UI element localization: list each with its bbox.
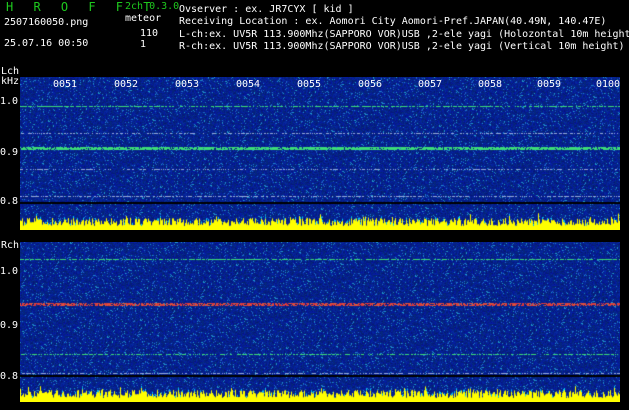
rch-tick-0.9: 0.9 [0, 320, 19, 331]
khz-unit-label: kHz [1, 76, 20, 87]
mode-label: meteor [125, 13, 162, 24]
time-label: 0100 [596, 79, 621, 90]
rch-label: Rch [1, 240, 20, 251]
rch-right-edge [620, 242, 629, 402]
lch-count: 110 [140, 28, 159, 39]
rch-count: 1 [140, 39, 147, 50]
observer-line: Ovserver : ex. JR7CYX [ kid ] [179, 4, 354, 15]
rch-spectrogram [20, 242, 623, 402]
time-label: 0053 [175, 79, 200, 90]
lch-tick-1.0: 1.0 [0, 96, 19, 107]
lch-tick-0.9: 0.9 [0, 147, 19, 158]
filename-label: 2507160050.png [4, 17, 89, 28]
lch-config-line: L-ch:ex. UV5R 113.900Mhz(SAPPORO VOR)USB… [179, 29, 629, 40]
lch-spectrogram [20, 77, 623, 230]
time-label: 0054 [236, 79, 261, 90]
time-label: 0052 [114, 79, 139, 90]
rch-tick-0.8: 0.8 [0, 371, 19, 382]
datetime-label: 25.07.16 00:50 [4, 38, 89, 49]
time-label: 0056 [358, 79, 383, 90]
time-label: 0057 [418, 79, 443, 90]
version-label: 2ch 0.3.0 [125, 1, 180, 12]
rch-tick-1.0: 1.0 [0, 266, 19, 277]
time-label: 0055 [297, 79, 322, 90]
time-label: 0059 [537, 79, 562, 90]
location-line: Receiving Location : ex. Aomori City Aom… [179, 16, 607, 27]
rch-config-line: R-ch:ex. UV5R 113.900Mhz(SAPPORO VOR)USB… [179, 41, 625, 52]
time-label: 0051 [53, 79, 78, 90]
lch-tick-0.8: 0.8 [0, 196, 19, 207]
time-label: 0058 [478, 79, 503, 90]
lch-right-edge [620, 77, 629, 230]
